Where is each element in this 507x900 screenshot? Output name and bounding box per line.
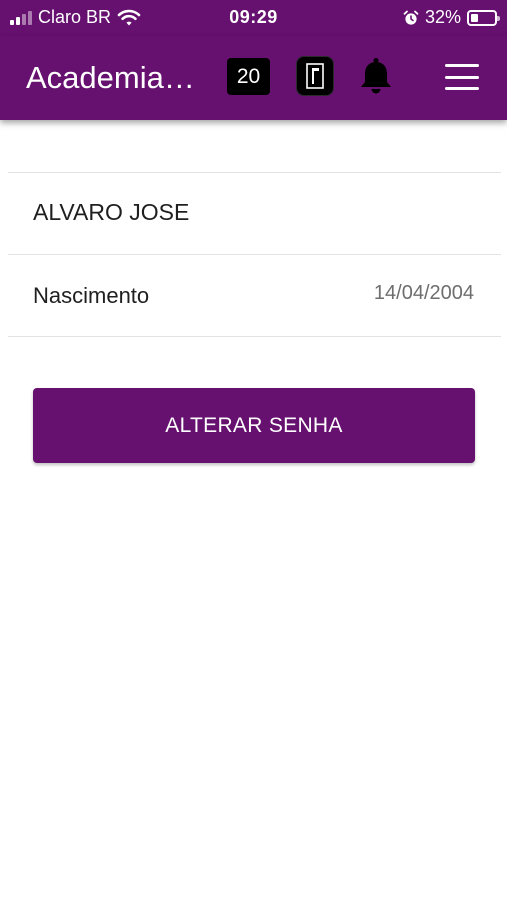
menu-line [445, 64, 479, 67]
battery-icon [467, 9, 500, 26]
door-icon [306, 63, 324, 89]
app-title: Academia… [26, 60, 195, 95]
menu-line [445, 75, 479, 79]
alarm-icon [403, 10, 419, 25]
battery-nub [497, 15, 500, 21]
divider [8, 254, 501, 255]
divider [8, 172, 501, 173]
app-bar: Academia… 20 [0, 36, 507, 120]
status-bar: Claro BR 09:29 32% [0, 0, 507, 36]
divider [8, 336, 501, 337]
bell-icon [361, 58, 391, 94]
user-name: ALVARO JOSE [33, 199, 190, 225]
change-password-button[interactable]: ALTERAR SENHA [33, 388, 475, 463]
count-badge[interactable]: 20 [227, 58, 270, 95]
status-right: 32% [403, 7, 500, 28]
battery-percent: 32% [424, 7, 461, 27]
menu-icon[interactable] [445, 64, 479, 90]
notifications-button[interactable] [356, 56, 396, 96]
birth-date-value: 14/04/2004 [373, 282, 474, 304]
menu-line [445, 87, 479, 90]
door-button[interactable] [296, 56, 334, 96]
birth-date-label: Nascimento [33, 283, 150, 308]
battery-fill [471, 13, 478, 22]
